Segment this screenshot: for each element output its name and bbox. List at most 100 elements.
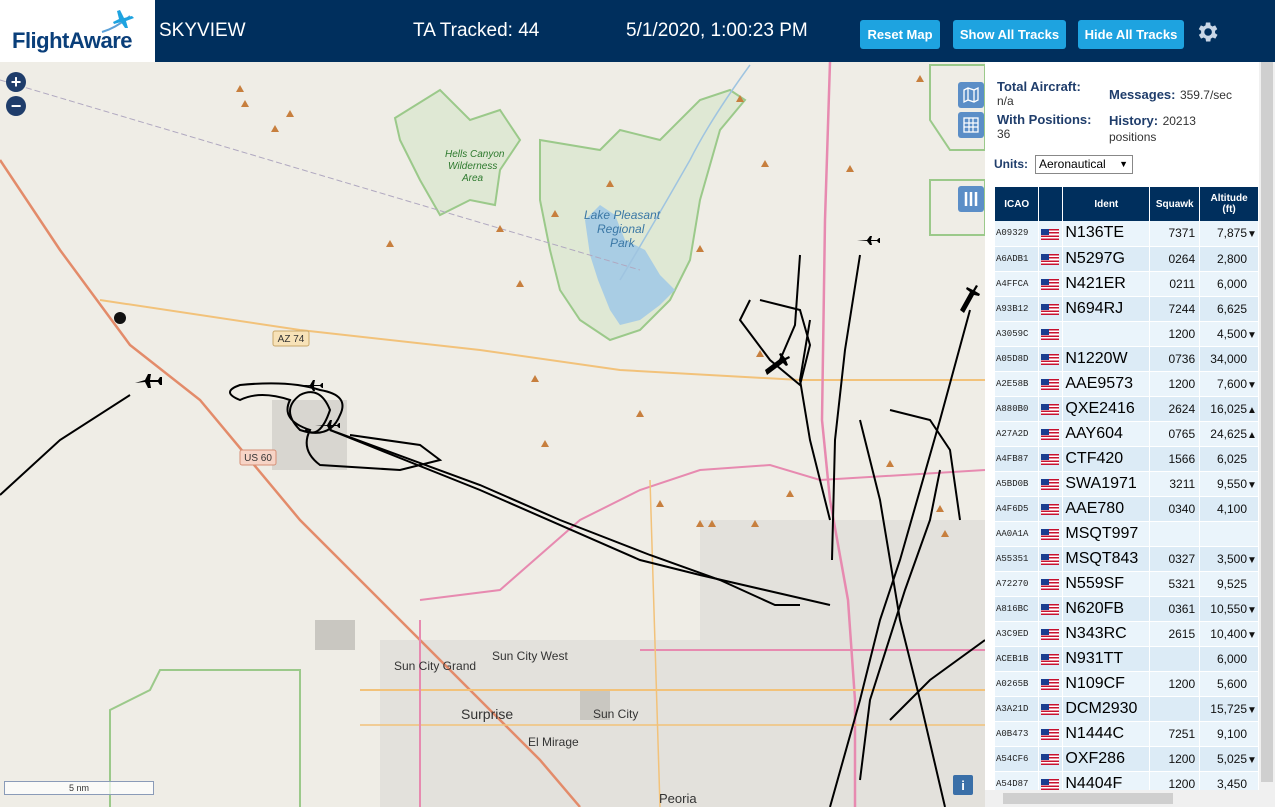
- cell-flag: [1038, 671, 1064, 697]
- history-unit: positions: [1109, 130, 1157, 144]
- table-row[interactable]: A0B473 N1444C 7251 9,100: [995, 721, 1259, 747]
- altitude-value: 4,100: [1216, 501, 1247, 516]
- map-icon: [963, 86, 979, 104]
- cell-altitude: 5,025▼: [1199, 746, 1259, 772]
- table-row[interactable]: A3059C 1200 4,500▼: [995, 321, 1259, 347]
- aircraft-table-body: A09329 N136TE 7371 7,875▼ A6ADB1 N5297G 0264 2,…: [995, 221, 1259, 797]
- cell-flag: [1038, 271, 1064, 297]
- total-aircraft-label: Total Aircraft:: [997, 79, 1081, 94]
- horizontal-scrollbar[interactable]: [985, 790, 1275, 807]
- units-select[interactable]: Aeronautical ▼: [1035, 155, 1133, 174]
- cell-ident: N421ER: [1062, 271, 1151, 297]
- table-row[interactable]: A4FFCA N421ER 0211 6,000: [995, 271, 1259, 297]
- table-row[interactable]: A2E58B AAE9573 1200 7,600▼: [995, 371, 1259, 397]
- zoom-out-button[interactable]: −: [6, 96, 26, 116]
- altitude-trend-icon: ▼: [1247, 604, 1257, 616]
- altitude-value: 10,400: [1210, 626, 1247, 641]
- map-label-wilderness: Wilderness: [448, 161, 498, 172]
- table-row[interactable]: AA0A1A MSQT997: [995, 521, 1259, 547]
- table-row[interactable]: A0265B N109CF 1200 5,600: [995, 671, 1259, 697]
- cell-icao: A5BD0B: [995, 471, 1040, 497]
- col-header-ident[interactable]: Ident: [1062, 187, 1151, 221]
- cell-flag: [1038, 746, 1064, 772]
- cell-ident: AAE780: [1062, 496, 1151, 522]
- cell-altitude: 10,400▼: [1199, 621, 1259, 647]
- map-label-el-mirage: El Mirage: [528, 735, 579, 749]
- table-row[interactable]: A93B12 N694RJ 7244 6,625: [995, 296, 1259, 322]
- top-header: FlightAware SKYVIEW TA Tracked: 44 5/1/2…: [0, 0, 1275, 62]
- table-row[interactable]: A5BD0B SWA1971 3211 9,550▼: [995, 471, 1259, 497]
- table-row[interactable]: A72270 N559SF 5321 9,525: [995, 571, 1259, 597]
- flightaware-logo[interactable]: FlightAware: [0, 0, 155, 62]
- table-row[interactable]: A55351 MSQT843 0327 3,500▼: [995, 546, 1259, 572]
- table-row[interactable]: A4FB87 CTF420 1566 6,025: [995, 446, 1259, 472]
- us-flag-icon: [1041, 228, 1060, 240]
- map-label-area: Area: [462, 173, 484, 184]
- table-row[interactable]: A3C9ED N343RC 2615 10,400▼: [995, 621, 1259, 647]
- cell-squawk: 1200: [1149, 371, 1201, 397]
- us-flag-icon: [1041, 753, 1060, 765]
- cell-ident: N1444C: [1062, 721, 1151, 747]
- cell-altitude: 6,000: [1199, 271, 1259, 297]
- cell-ident: CTF420: [1062, 446, 1151, 472]
- map-layers-button[interactable]: [958, 82, 984, 108]
- cell-squawk: 1200: [1149, 746, 1201, 772]
- table-row[interactable]: A4F6D5 AAE780 0340 4,100: [995, 496, 1259, 522]
- reset-map-button[interactable]: Reset Map: [860, 20, 940, 49]
- col-header-squawk[interactable]: Squawk: [1149, 187, 1201, 221]
- table-row[interactable]: A880B0 QXE2416 2624 16,025▲: [995, 396, 1259, 422]
- table-row[interactable]: A816BC N620FB 0361 10,550▼: [995, 596, 1259, 622]
- zoom-in-button[interactable]: +: [6, 72, 26, 92]
- map-view[interactable]: AZ 74 US 60 Hells Canyon Wilderness Area…: [0, 62, 985, 807]
- col-header-icao[interactable]: ICAO: [995, 187, 1040, 221]
- col-header-altitude[interactable]: Altitude (ft): [1199, 187, 1259, 221]
- gear-icon[interactable]: [1194, 19, 1220, 45]
- show-all-tracks-button[interactable]: Show All Tracks: [953, 20, 1066, 49]
- altitude-value: 3,500: [1216, 551, 1247, 566]
- cell-squawk: 0736: [1149, 346, 1201, 372]
- us-flag-icon: [1041, 778, 1060, 790]
- map-label-park: Park: [610, 236, 635, 250]
- table-row[interactable]: A09329 N136TE 7371 7,875▼: [995, 221, 1259, 247]
- cell-altitude: 16,025▲: [1199, 396, 1259, 422]
- columns-icon: [964, 192, 978, 206]
- cell-ident: QXE2416: [1062, 396, 1151, 422]
- map-label-sun-city: Sun City: [593, 707, 639, 721]
- us-flag-icon: [1041, 353, 1060, 365]
- table-row[interactable]: A27A2D AAY604 0765 24,625▲: [995, 421, 1259, 447]
- cell-ident: AAY604: [1062, 421, 1151, 447]
- altitude-trend-icon: ▼: [1247, 754, 1257, 766]
- col-header-flag[interactable]: [1038, 187, 1064, 221]
- us-flag-icon: [1041, 703, 1060, 715]
- cell-flag: [1038, 596, 1064, 622]
- table-row[interactable]: A6ADB1 N5297G 0264 2,800: [995, 246, 1259, 272]
- vertical-scroll-thumb[interactable]: [1261, 62, 1273, 782]
- table-row[interactable]: A05D8D N1220W 0736 34,000: [995, 346, 1259, 372]
- hide-all-tracks-button[interactable]: Hide All Tracks: [1078, 20, 1184, 49]
- altitude-value: 6,000: [1216, 651, 1247, 666]
- cell-icao: A0B473: [995, 721, 1040, 747]
- altitude-value: 16,025: [1210, 401, 1247, 416]
- cell-flag: [1038, 346, 1064, 372]
- table-row[interactable]: A54CF6 OXF286 1200 5,025▼: [995, 746, 1259, 772]
- cell-flag: [1038, 471, 1064, 497]
- altitude-value: 10,550: [1210, 601, 1247, 616]
- vertical-scrollbar[interactable]: [1259, 62, 1275, 792]
- cell-flag: [1038, 571, 1064, 597]
- cell-ident: MSQT843: [1062, 546, 1151, 572]
- columns-toggle-button[interactable]: [958, 186, 984, 212]
- scale-bar: 5 nm: [4, 781, 154, 795]
- cell-altitude: 6,025: [1199, 446, 1259, 472]
- table-row[interactable]: A3A21D DCM2930 15,725▼: [995, 696, 1259, 722]
- info-button[interactable]: i: [953, 775, 973, 795]
- with-positions-label: With Positions:: [997, 112, 1092, 127]
- messages-value: 359.7/sec: [1179, 88, 1232, 102]
- grid-icon: [963, 117, 979, 133]
- cell-altitude: 24,625▲: [1199, 421, 1259, 447]
- map-canvas[interactable]: AZ 74 US 60: [0, 62, 985, 807]
- cell-ident: MSQT997: [1062, 521, 1151, 547]
- table-row[interactable]: ACEB1B N931TT 6,000: [995, 646, 1259, 672]
- horizontal-scroll-thumb[interactable]: [1003, 793, 1173, 804]
- map-label-peoria: Peoria: [659, 791, 697, 806]
- grid-toggle-button[interactable]: [958, 112, 984, 138]
